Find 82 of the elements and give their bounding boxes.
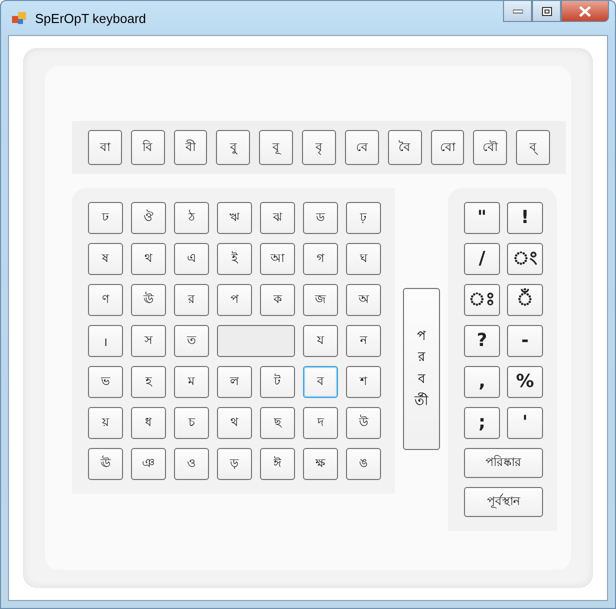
key[interactable]: । [88, 325, 123, 357]
key[interactable]: শ [346, 366, 381, 398]
key[interactable]: ' [507, 407, 543, 439]
key[interactable]: % [507, 366, 543, 398]
key[interactable]: এ [174, 243, 209, 275]
key[interactable]: ঢ [88, 202, 123, 234]
key[interactable]: , [464, 366, 500, 398]
key[interactable]: উ [346, 407, 381, 439]
key[interactable]: ণ [88, 284, 123, 316]
key[interactable]: ং [507, 243, 543, 275]
key[interactable]: ? [464, 325, 500, 357]
key[interactable]: ক্ষ [303, 448, 338, 480]
key[interactable]: ! [507, 202, 543, 234]
key[interactable]: ঠ [174, 202, 209, 234]
key[interactable]: ঁ [507, 284, 543, 316]
key[interactable]: থ [217, 407, 252, 439]
minimize-icon [512, 8, 522, 14]
action-button[interactable]: পরিষ্কার [464, 448, 543, 478]
key[interactable]: ল [217, 366, 252, 398]
key[interactable]: ও [174, 448, 209, 480]
key[interactable]: ঈ [260, 448, 295, 480]
key[interactable]: আ [260, 243, 295, 275]
key[interactable]: ই [217, 243, 252, 275]
key[interactable]: / [464, 243, 500, 275]
key[interactable]: ষ [88, 243, 123, 275]
key[interactable]: ড [303, 202, 338, 234]
key[interactable]: ঢ় [346, 202, 381, 234]
key[interactable]: জ [303, 284, 338, 316]
key[interactable]: দ [303, 407, 338, 439]
key[interactable]: বা [88, 130, 122, 165]
window-title: SpErOpT keyboard [35, 10, 146, 26]
key[interactable]: " [464, 202, 500, 234]
key[interactable]: থ [131, 243, 166, 275]
key[interactable]: ট [260, 366, 295, 398]
key[interactable]: ঃ [464, 284, 500, 316]
key[interactable]: ম [174, 366, 209, 398]
key[interactable]: বো [430, 130, 464, 165]
minimize-button[interactable] [503, 1, 532, 22]
key[interactable]: ; [464, 407, 500, 439]
maximize-button[interactable] [532, 1, 561, 22]
key[interactable]: ক [260, 284, 295, 316]
key[interactable]: ঞ [131, 448, 166, 480]
key[interactable]: অ [346, 284, 381, 316]
key[interactable]: ভ [88, 366, 123, 398]
key[interactable]: গ [303, 243, 338, 275]
close-icon [579, 6, 591, 16]
key[interactable]: বৌ [473, 130, 508, 165]
key[interactable]: য [303, 325, 338, 357]
key[interactable]: য় [88, 407, 123, 439]
key[interactable]: ব্ [516, 130, 550, 165]
key[interactable]: র [174, 284, 209, 316]
action-button[interactable]: পূর্বস্থান [464, 487, 543, 517]
key[interactable]: - [507, 325, 543, 357]
key[interactable]: ড় [217, 448, 252, 480]
app-icon [11, 10, 27, 26]
maximize-icon [542, 6, 552, 16]
key[interactable]: বূ [259, 130, 294, 165]
key[interactable]: বী [174, 130, 208, 165]
key[interactable]: ঋ [217, 202, 252, 234]
key[interactable]: ঊ [131, 284, 166, 316]
key[interactable]: বে [344, 130, 379, 165]
key[interactable]: ঙ [346, 448, 381, 480]
key[interactable]: ঔ [131, 202, 166, 234]
key[interactable]: ধ [131, 407, 166, 439]
key[interactable]: হ [131, 366, 166, 398]
key[interactable]: ঊ [88, 448, 123, 480]
key[interactable]: ব [303, 366, 338, 398]
space-key[interactable] [217, 325, 295, 357]
key[interactable]: বৈ [388, 130, 422, 165]
key[interactable]: ঝ [260, 202, 295, 234]
key[interactable]: বি [130, 130, 165, 165]
key[interactable]: ত [174, 325, 209, 357]
key[interactable]: বু [216, 130, 250, 165]
key[interactable]: প [217, 284, 252, 316]
close-button[interactable] [561, 1, 609, 22]
key[interactable]: ঘ [346, 243, 381, 275]
key[interactable]: ন [346, 325, 381, 357]
next-button[interactable]: প র ব র্তী [403, 288, 440, 450]
key[interactable]: ছ [260, 407, 295, 439]
key[interactable]: চ [174, 407, 209, 439]
key[interactable]: বৃ [302, 130, 336, 165]
key[interactable]: স [131, 325, 166, 357]
